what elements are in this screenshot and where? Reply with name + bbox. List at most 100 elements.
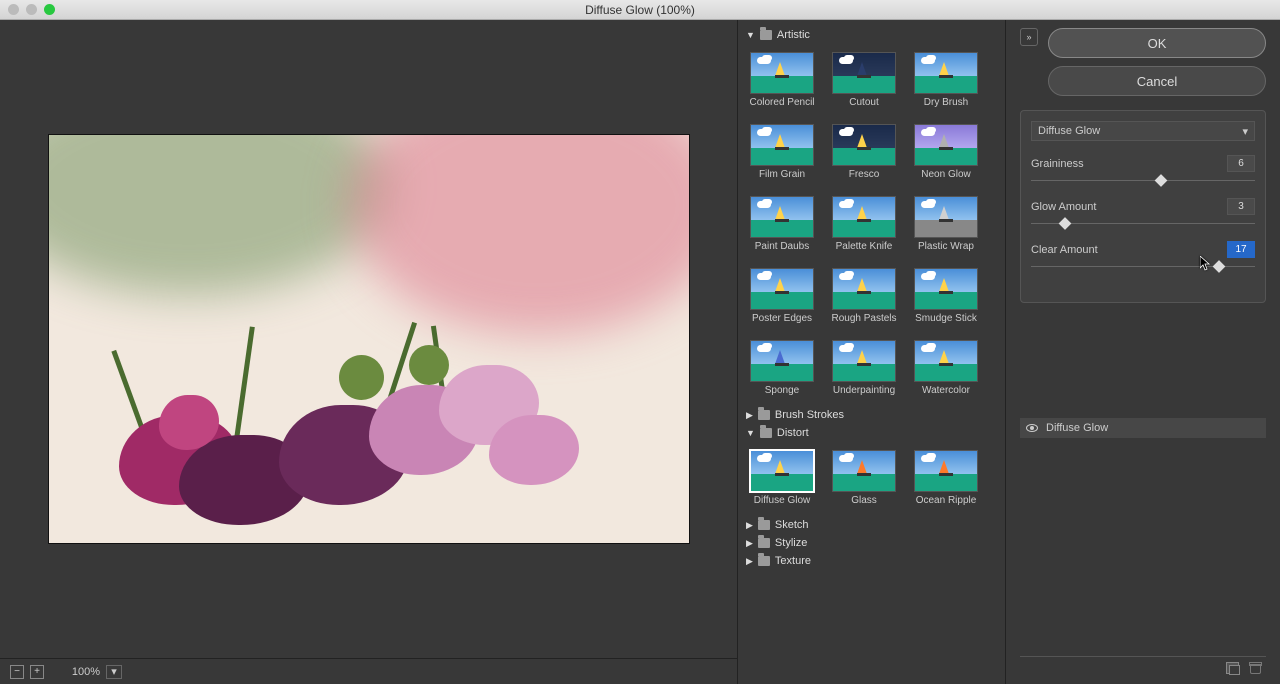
preview-pane: − + ▾: [0, 20, 738, 684]
window-controls: [8, 4, 55, 15]
thumb-label: Ocean Ripple: [916, 495, 977, 506]
slider-handle-icon[interactable]: [1058, 217, 1071, 230]
visibility-eye-icon[interactable]: [1026, 424, 1038, 432]
folder-icon: [760, 30, 772, 40]
param-value-input[interactable]: 6: [1227, 155, 1255, 172]
param-slider[interactable]: [1031, 176, 1255, 186]
zoom-level-input[interactable]: [56, 666, 100, 678]
filter-thumb-sponge[interactable]: Sponge: [750, 340, 814, 396]
category-header-texture[interactable]: ▶Texture: [742, 552, 1001, 570]
disclosure-triangle-icon: ▶: [746, 410, 753, 421]
thumb-label: Dry Brush: [924, 97, 968, 108]
preview-footer: − + ▾: [0, 658, 737, 684]
minimize-window-button[interactable]: [26, 4, 37, 15]
filter-thumb-paint-daubs[interactable]: Paint Daubs: [750, 196, 814, 252]
zoom-out-button[interactable]: −: [10, 665, 24, 679]
thumb-label: Poster Edges: [752, 313, 812, 324]
folder-icon: [758, 520, 770, 530]
thumb-label: Paint Daubs: [755, 241, 809, 252]
category-label: Distort: [777, 427, 809, 439]
disclosure-triangle-icon: ▶: [746, 538, 753, 549]
thumb-label: Rough Pastels: [831, 313, 896, 324]
thumb-label: Sponge: [765, 385, 799, 396]
param-label: Clear Amount: [1031, 244, 1098, 256]
param-clear-amount: Clear Amount 17: [1031, 241, 1255, 272]
new-effect-layer-icon[interactable]: [1226, 662, 1239, 674]
thumb-label: Film Grain: [759, 169, 805, 180]
effect-layer-row[interactable]: Diffuse Glow: [1020, 418, 1266, 438]
filter-thumb-palette-knife[interactable]: Palette Knife: [832, 196, 896, 252]
thumb-label: Watercolor: [922, 385, 970, 396]
param-graininess: Graininess 6: [1031, 155, 1255, 186]
filter-thumb-glass[interactable]: Glass: [832, 450, 896, 506]
thumb-label: Neon Glow: [921, 169, 970, 180]
filter-thumb-plastic-wrap[interactable]: Plastic Wrap: [914, 196, 978, 252]
disclosure-triangle-icon: ▼: [746, 428, 755, 438]
delete-effect-layer-icon[interactable]: [1249, 662, 1262, 674]
layer-name: Diffuse Glow: [1046, 422, 1108, 434]
param-slider[interactable]: [1031, 262, 1255, 272]
disclosure-triangle-icon: ▶: [746, 556, 753, 567]
category-label: Brush Strokes: [775, 409, 844, 421]
effect-layers: Diffuse Glow: [1020, 418, 1266, 656]
filter-thumb-neon-glow[interactable]: Neon Glow: [914, 124, 978, 180]
zoom-dropdown[interactable]: ▾: [106, 665, 122, 679]
thumb-label: Diffuse Glow: [754, 495, 811, 506]
filter-thumb-watercolor[interactable]: Watercolor: [914, 340, 978, 396]
folder-icon: [758, 556, 770, 566]
disclosure-triangle-icon: ▼: [746, 30, 755, 40]
filter-thumb-ocean-ripple[interactable]: Ocean Ripple: [914, 450, 978, 506]
close-window-button[interactable]: [8, 4, 19, 15]
thumb-label: Smudge Stick: [915, 313, 977, 324]
filter-thumb-diffuse-glow[interactable]: Diffuse Glow: [750, 450, 814, 506]
ok-button[interactable]: OK: [1048, 28, 1266, 58]
thumb-label: Glass: [851, 495, 877, 506]
filter-thumb-fresco[interactable]: Fresco: [832, 124, 896, 180]
layers-footer: [1020, 656, 1266, 678]
folder-icon: [758, 410, 770, 420]
param-value-input[interactable]: 3: [1227, 198, 1255, 215]
filter-thumb-poster-edges[interactable]: Poster Edges: [750, 268, 814, 324]
folder-icon: [758, 538, 770, 548]
filter-thumb-underpainting[interactable]: Underpainting: [832, 340, 896, 396]
filter-select-value: Diffuse Glow: [1038, 125, 1100, 137]
category-header-artistic[interactable]: ▼ Artistic: [742, 26, 1001, 44]
thumb-label: Palette Knife: [836, 241, 893, 252]
param-slider[interactable]: [1031, 219, 1255, 229]
param-label: Glow Amount: [1031, 201, 1096, 213]
thumb-label: Underpainting: [833, 385, 895, 396]
slider-handle-icon[interactable]: [1155, 174, 1168, 187]
zoom-in-button[interactable]: +: [30, 665, 44, 679]
category-header-sketch[interactable]: ▶Sketch: [742, 516, 1001, 534]
filter-thumb-dry-brush[interactable]: Dry Brush: [914, 52, 978, 108]
slider-handle-icon[interactable]: [1213, 260, 1226, 273]
cancel-button[interactable]: Cancel: [1048, 66, 1266, 96]
thumb-label: Fresco: [849, 169, 880, 180]
thumb-label: Plastic Wrap: [918, 241, 974, 252]
category-header-brush-strokes[interactable]: ▶ Brush Strokes: [742, 406, 1001, 424]
preview-image[interactable]: [49, 135, 689, 543]
filter-thumb-cutout[interactable]: Cutout: [832, 52, 896, 108]
category-label: Artistic: [777, 29, 810, 41]
category-header-stylize[interactable]: ▶ Stylize: [742, 534, 1001, 552]
folder-icon: [760, 428, 772, 438]
param-value-input[interactable]: 17: [1227, 241, 1255, 258]
filter-thumb-film-grain[interactable]: Film Grain: [750, 124, 814, 180]
thumb-label: Cutout: [849, 97, 878, 108]
category-label: Stylize: [775, 537, 807, 549]
filter-thumb-colored-pencil[interactable]: Colored Pencil: [750, 52, 814, 108]
titlebar: Diffuse Glow (100%): [0, 0, 1280, 20]
filter-settings-panel: Diffuse Glow Graininess 6 Glow Amount 3 Clea…: [1020, 110, 1266, 303]
filter-select-dropdown[interactable]: Diffuse Glow: [1031, 121, 1255, 141]
thumb-label: Colored Pencil: [749, 97, 814, 108]
param-label: Graininess: [1031, 158, 1084, 170]
param-glow-amount: Glow Amount 3: [1031, 198, 1255, 229]
filter-thumb-smudge-stick[interactable]: Smudge Stick: [914, 268, 978, 324]
category-header-distort[interactable]: ▼ Distort: [742, 424, 1001, 442]
window-title: Diffuse Glow (100%): [0, 3, 1280, 17]
filter-thumb-rough-pastels[interactable]: Rough Pastels: [832, 268, 896, 324]
collapse-gallery-button[interactable]: »: [1020, 28, 1038, 46]
zoom-window-button[interactable]: [44, 4, 55, 15]
controls-pane: » OK Cancel Diffuse Glow Graininess 6 Glow…: [1006, 20, 1280, 684]
category-label: Sketch: [775, 519, 809, 531]
